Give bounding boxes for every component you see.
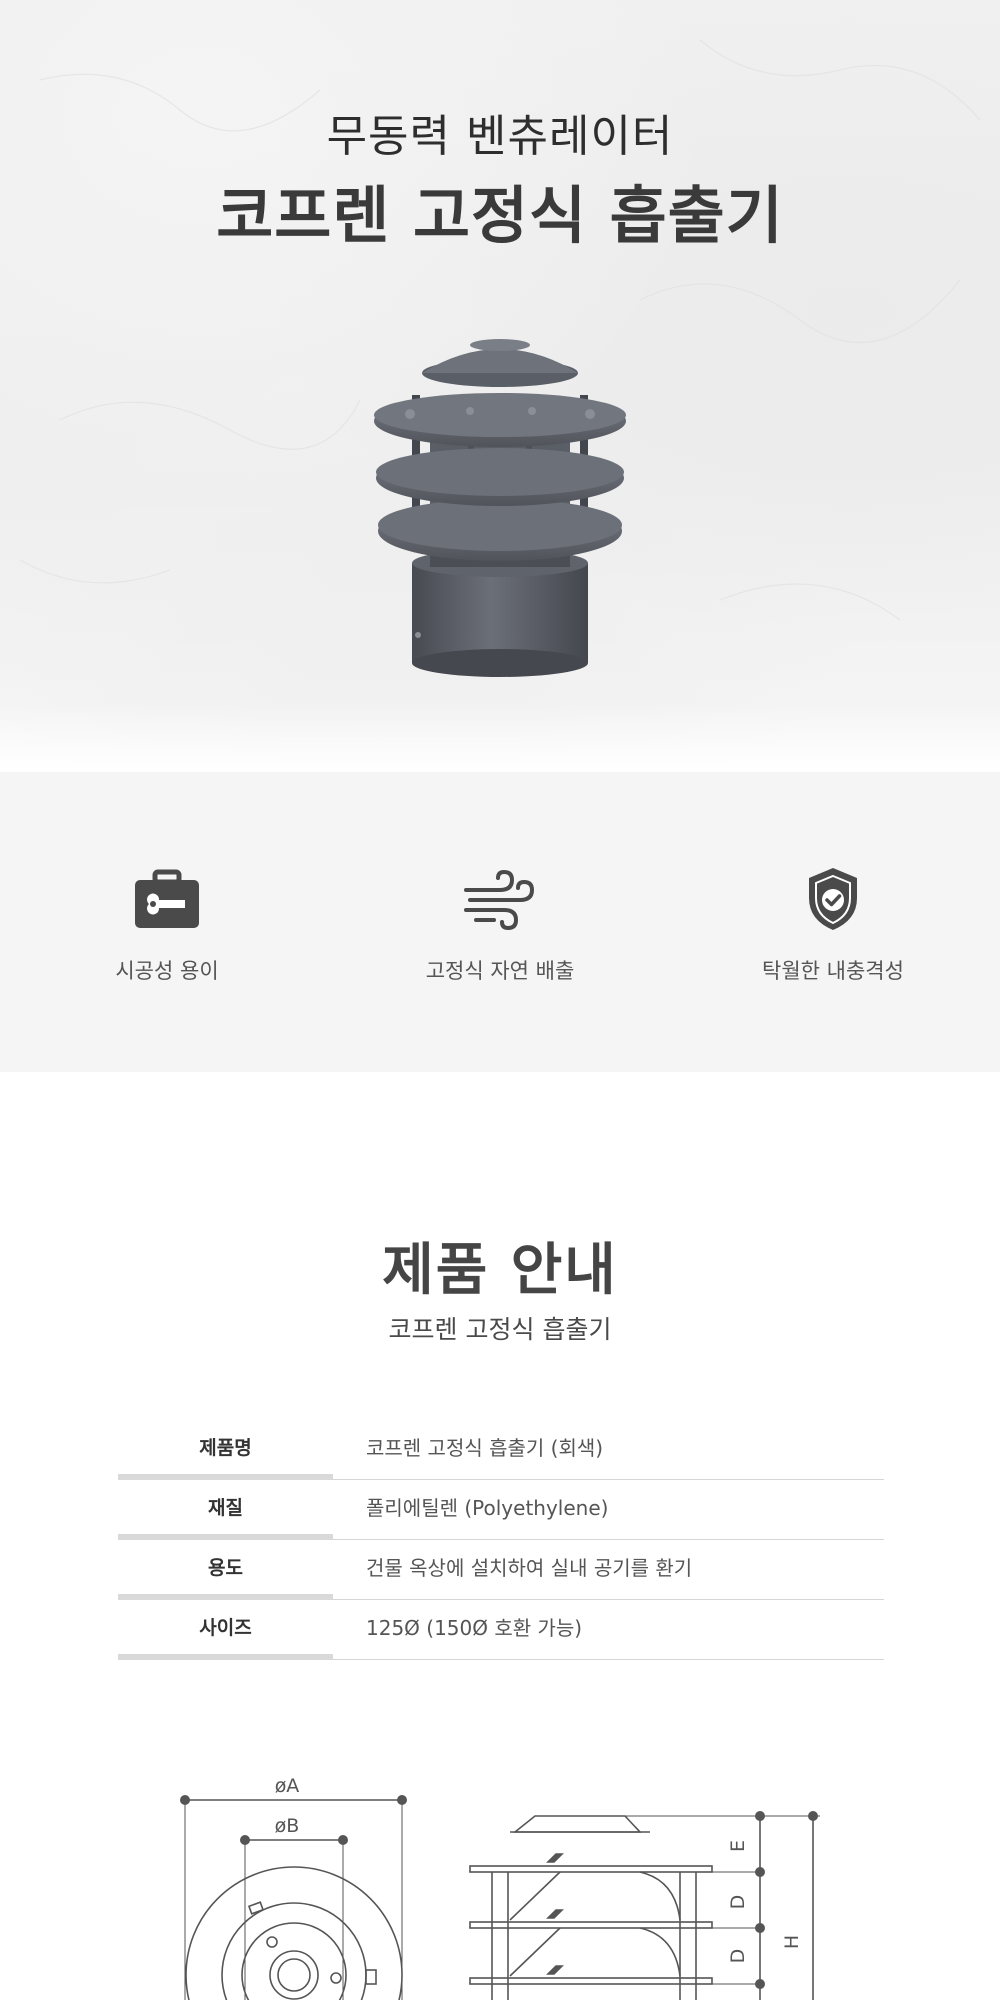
spec-row-name: 제품명 코프렌 고정식 흡출기 (회색) xyxy=(118,1420,884,1480)
dimension-label-d2: D xyxy=(727,1949,749,1964)
dimension-label-a: øA xyxy=(275,1775,300,1797)
spec-value: 코프렌 고정식 흡출기 (회색) xyxy=(366,1436,604,1460)
feature-easy-install: 시공성 용이 xyxy=(0,772,334,1072)
spec-row-size: 사이즈 125Ø (150Ø 호환 가능) xyxy=(118,1600,884,1660)
spec-label: 용도 xyxy=(208,1557,243,1579)
spec-table: 제품명 코프렌 고정식 흡출기 (회색) 재질 폴리에틸렌 (Polyethyl… xyxy=(118,1420,884,1660)
spec-label: 사이즈 xyxy=(199,1617,252,1639)
spec-row-usage: 용도 건물 옥상에 설치하여 실내 공기를 환기 xyxy=(118,1540,884,1600)
dimension-label-b: øB xyxy=(275,1815,300,1837)
feature-label: 탁월한 내충격성 xyxy=(762,959,904,983)
dimension-diagram: øA øB E D D H xyxy=(180,1775,820,2000)
spec-value: 건물 옥상에 설치하여 실내 공기를 환기 xyxy=(366,1556,693,1580)
spec-row-material: 재질 폴리에틸렌 (Polyethylene) xyxy=(118,1480,884,1540)
dimension-label-h: H xyxy=(781,1935,803,1949)
spec-value: 125Ø (150Ø 호환 가능) xyxy=(366,1616,583,1640)
feature-impact-resistance: 탁월한 내충격성 xyxy=(666,772,1000,1072)
shield-check-icon xyxy=(809,868,857,930)
spec-label: 제품명 xyxy=(199,1437,252,1459)
hero-section: 무동력 벤츄레이터 코프렌 고정식 흡출기 xyxy=(0,0,1000,772)
spec-label: 재질 xyxy=(208,1497,243,1519)
info-subtitle: 코프렌 고정식 흡출기 xyxy=(388,1315,612,1344)
hero-title: 코프렌 고정식 흡출기 xyxy=(216,179,784,252)
wind-icon xyxy=(464,869,535,931)
info-title: 제품 안내 xyxy=(382,1238,618,1303)
toolbox-wrench-icon xyxy=(135,869,199,928)
dimension-label-d1: D xyxy=(727,1895,749,1910)
hero-subtitle: 무동력 벤츄레이터 xyxy=(326,111,674,162)
spec-value: 폴리에틸렌 (Polyethylene) xyxy=(366,1496,609,1520)
dimension-label-e: E xyxy=(727,1840,749,1852)
feature-label: 시공성 용이 xyxy=(115,959,219,983)
feature-natural-exhaust: 고정식 자연 배출 xyxy=(333,772,667,1072)
features-section: 시공성 용이 고정식 자연 배출 탁월한 내충격성 xyxy=(0,772,1000,1072)
ventilator-product-image xyxy=(374,339,626,677)
feature-label: 고정식 자연 배출 xyxy=(425,959,575,983)
